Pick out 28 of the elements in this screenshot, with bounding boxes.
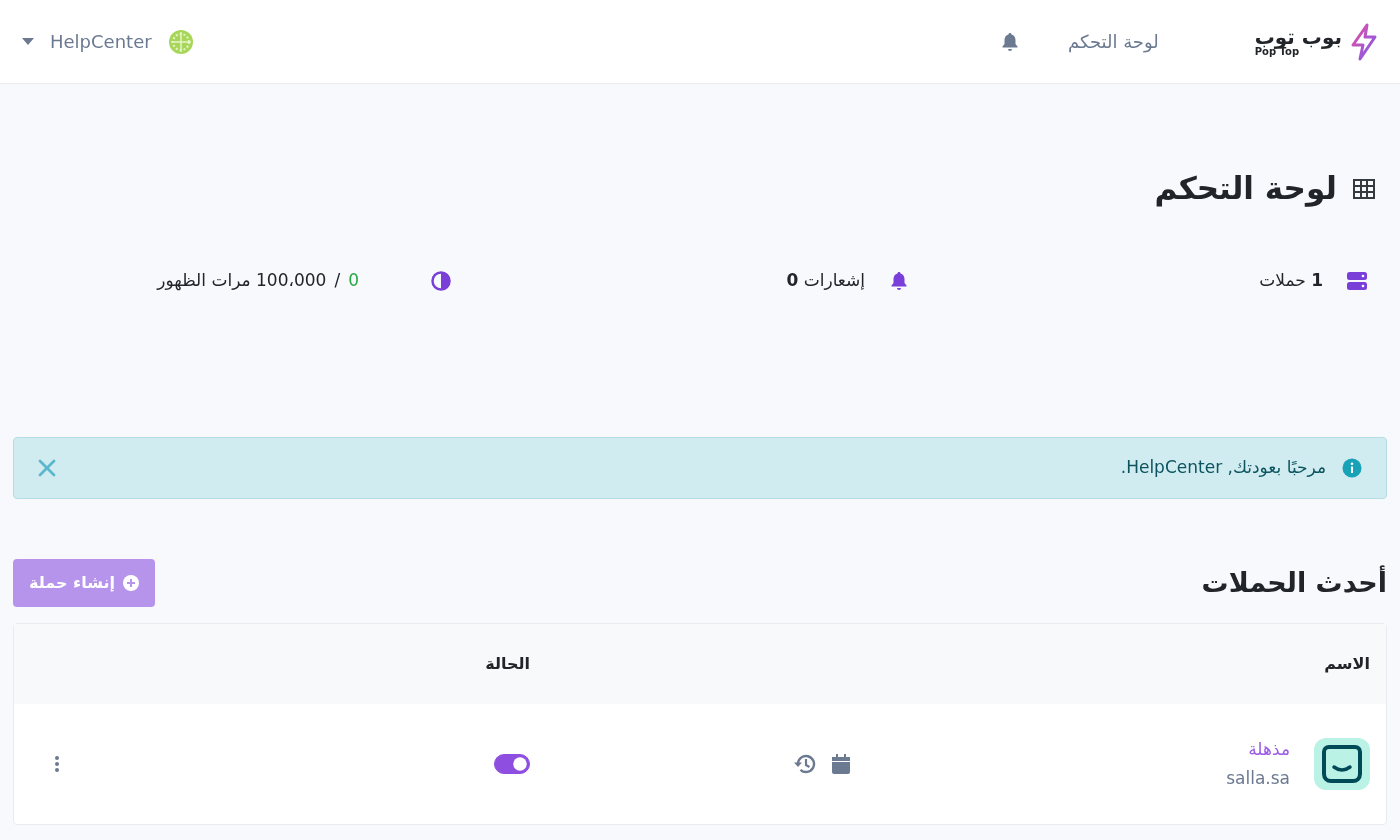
grid-icon (1353, 178, 1375, 199)
page-title: لوحة التحكم (1154, 170, 1337, 208)
info-icon (1342, 458, 1362, 479)
server-icon (1347, 272, 1367, 291)
column-header: الاسم (1324, 654, 1370, 674)
plus-circle-icon (123, 575, 140, 592)
calendar-icon[interactable] (832, 754, 850, 775)
nav-link[interactable]: لوحة التحكم (1068, 28, 1159, 55)
lightning-logo-icon (1350, 22, 1378, 61)
half-circle-icon (431, 271, 451, 292)
views-limit: 100،000 مرات الظهور (157, 269, 327, 293)
separator: / (334, 269, 341, 293)
campaign-name[interactable]: مذهلة (1226, 736, 1290, 763)
section-title: أحدث الحملات (1201, 567, 1387, 600)
campaign-site: salla.sa (1226, 767, 1290, 791)
create-campaign-button[interactable]: إنشاء حملة (13, 559, 156, 608)
more-options-icon[interactable] (54, 755, 60, 774)
status-toggle[interactable] (494, 754, 530, 775)
column-header: الحالة (485, 654, 530, 674)
views-used: 0 (348, 269, 359, 293)
bell-icon[interactable] (1000, 31, 1020, 52)
history-icon[interactable] (794, 754, 816, 775)
caret-icon[interactable] (22, 37, 34, 46)
alert-message: مرحبًا بعودتك, HelpCenter. (1120, 456, 1326, 480)
shop-bag-icon (1314, 738, 1370, 791)
user-name[interactable]: HelpCenter (50, 28, 152, 55)
brand-name: بوب توب (1254, 26, 1342, 47)
bell-icon (889, 271, 909, 292)
